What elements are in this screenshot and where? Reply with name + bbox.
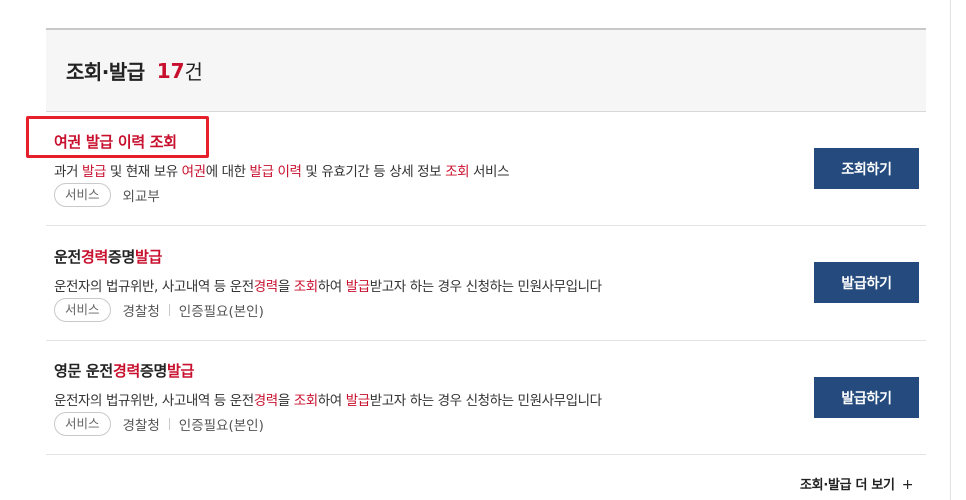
item-meta: 서비스 경찰청 인증필요(본인): [54, 298, 264, 322]
item-description: 운전자의 법규위반, 사고내역 등 운전경력을 조회하여 발급받고자 하는 경우…: [54, 393, 602, 409]
list-item: 영문 운전경력증명발급 운전자의 법규위반, 사고내역 등 운전경력을 조회하여…: [46, 341, 926, 455]
issue-button[interactable]: 발급하기: [814, 377, 919, 418]
item-title-link[interactable]: 운전경력증명발급: [54, 246, 162, 267]
auth-required-label: 인증필요(본인): [178, 418, 264, 434]
meta-divider: [168, 304, 170, 316]
service-tag: 서비스: [54, 412, 111, 436]
list-item: 운전경력증명발급 운전자의 법규위반, 사고내역 등 운전경력을 조회하여 발급…: [46, 227, 926, 341]
agency-label: 외교부: [122, 189, 160, 205]
result-count-unit: 건: [184, 60, 203, 84]
agency-label: 경찰청: [122, 304, 160, 320]
item-meta: 서비스 외교부: [54, 183, 160, 207]
agency-label: 경찰청: [122, 418, 160, 434]
view-more-link[interactable]: 조회·발급 더 보기 +: [800, 474, 913, 493]
section-title: 조회·발급: [66, 60, 145, 84]
meta-divider: [168, 418, 170, 430]
item-meta: 서비스 경찰청 인증필요(본인): [54, 412, 264, 436]
right-divider: [950, 0, 951, 500]
auth-required-label: 인증필요(본인): [178, 304, 264, 320]
service-tag: 서비스: [54, 298, 111, 322]
inquire-button[interactable]: 조회하기: [814, 148, 919, 189]
item-title-link[interactable]: 여권 발급 이력 조회: [54, 131, 177, 152]
item-description: 운전자의 법규위반, 사고내역 등 운전경력을 조회하여 발급받고자 하는 경우…: [54, 279, 602, 295]
list-item: 여권 발급 이력 조회 과거 발급 및 현재 보유 여권에 대한 발급 이력 및…: [26, 112, 926, 226]
service-tag: 서비스: [54, 183, 111, 207]
issue-button[interactable]: 발급하기: [814, 262, 919, 303]
section-header: 조회·발급 17 건: [46, 28, 926, 112]
item-title-link[interactable]: 영문 운전경력증명발급: [54, 360, 194, 381]
item-description: 과거 발급 및 현재 보유 여권에 대한 발급 이력 및 유효기간 등 상세 정…: [54, 164, 510, 180]
plus-icon: +: [901, 477, 914, 493]
result-count: 17: [156, 58, 185, 83]
